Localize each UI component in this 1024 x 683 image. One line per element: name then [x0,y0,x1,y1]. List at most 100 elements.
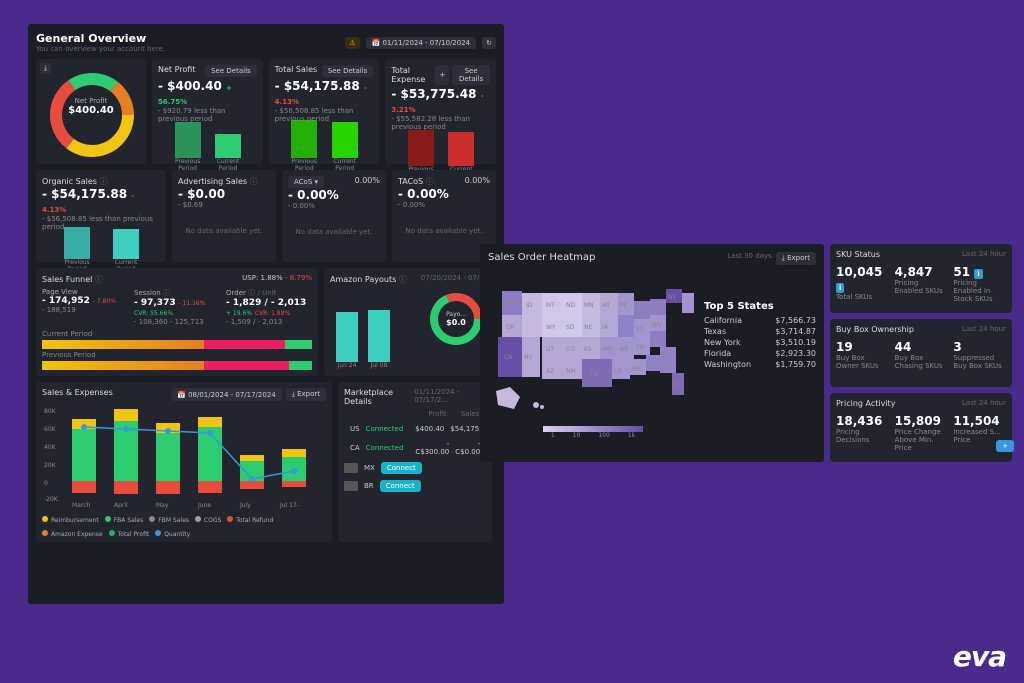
badge-icon: i [836,283,844,293]
svg-text:60K: 60K [44,426,57,433]
marketplace-row: USConnected$400.40$54,175.881,895... [344,424,486,434]
brand-logo: eva [953,640,1006,673]
svg-text:May: May [156,502,169,509]
connect-button[interactable]: Connect [380,480,421,492]
dashboard-panel: General Overview You can overview your a… [28,24,504,604]
info-icon[interactable]: ⓘ [95,275,103,284]
see-details-button[interactable]: See Details [452,65,490,85]
sales-expenses-card: Sales & Expenses 📅 08/01/2024 - 07/17/20… [36,382,332,542]
warning-icon[interactable]: ⚠ [345,37,359,49]
svg-text:April: April [114,502,128,509]
info-icon[interactable]: ⓘ [399,275,407,284]
svg-text:NY: NY [668,294,676,301]
svg-text:KS: KS [584,346,592,353]
page-title: General Overview [36,32,165,45]
gauge-value: $400.40 [36,105,146,116]
marketplace-row: MXConnect [344,462,486,474]
export-button[interactable]: ⤓ Export [776,252,816,265]
date-range-picker[interactable]: 📅 01/11/2024 - 07/10/2024 [366,37,477,49]
svg-text:VA: VA [652,338,661,345]
svg-text:-20K: -20K [44,496,59,503]
info-icon[interactable]: ⓘ [100,177,108,186]
svg-text:KY: KY [636,326,644,333]
plus-button[interactable]: + [435,65,449,85]
marketplace-row: BRConnect [344,480,486,492]
svg-text:ID: ID [526,302,533,309]
svg-text:OR: OR [506,324,515,331]
badge-icon: i [974,269,982,279]
svg-text:WA: WA [506,300,517,307]
svg-text:IA: IA [602,324,609,331]
info-icon[interactable]: ⓘ [163,289,170,297]
svg-text:NE: NE [584,324,592,331]
svg-text:MI: MI [620,302,627,309]
info-icon[interactable]: ⓘ [426,177,434,186]
svg-text:March: March [72,502,90,509]
top-state-row: California$7,566.73 [704,316,816,325]
calendar-icon: 📅 [372,39,381,47]
svg-text:40K: 40K [44,444,57,451]
refresh-button[interactable]: ↻ [482,37,496,49]
page-subtitle: You can overview your account here. [36,45,165,53]
stats-column: SKU StatusLast 24 hour 10,045 iTotal SKU… [830,244,1012,462]
top-state-row: Texas$3,714.87 [704,327,816,336]
gauge-label: Net Profit [36,97,146,105]
svg-text:NC: NC [662,352,671,359]
status-badge: Connected [366,425,404,433]
sales-funnel-card: Sales Funnel ⓘ USP: 1.88% - 8.79% Page V… [36,268,318,376]
flag-icon [344,463,358,473]
amazon-payouts-card: Amazon Payouts ⓘ 07/20/2024 - 07/... Jun… [324,268,492,376]
usa-map[interactable]: WA OR CA NV ID MT WY UT AZ ND SD CO NM M… [488,271,698,421]
sku-status-card: SKU StatusLast 24 hour 10,045 iTotal SKU… [830,244,1012,313]
see-details-button[interactable]: See Details [205,65,257,77]
svg-text:MT: MT [546,302,555,309]
net-profit-card: Net Profit See Details - $400.40 + 56.75… [152,59,263,164]
pricing-activity-card: Pricing ActivityLast 24 hour 18,436Prici… [830,393,1012,462]
calendar-icon: 📅 [177,391,186,399]
sales-expenses-chart: 80K60K40K20K0-20K Amount MarchAprilMayJu… [42,401,326,511]
add-button[interactable]: + [996,440,1014,452]
svg-text:MN: MN [584,302,594,309]
info-icon[interactable]: ⓘ [248,289,255,297]
svg-text:TN: TN [635,344,644,351]
download-icon[interactable]: ⤓ [40,63,51,74]
svg-text:SD: SD [566,324,575,331]
total-expense-card: Total Expense + See Details - $53,775.48… [385,59,496,164]
svg-text:FL: FL [673,382,680,389]
svg-text:GA: GA [662,365,672,372]
svg-text:MS: MS [632,366,641,373]
svg-text:Jul 17-: Jul 17- [279,502,299,509]
svg-text:CO: CO [566,346,575,353]
svg-text:WV: WV [652,322,663,329]
svg-text:WI: WI [602,302,610,309]
status-badge: Connected [366,444,404,452]
panel-header: General Overview You can overview your a… [36,32,496,53]
svg-text:July: July [239,502,251,509]
connect-button[interactable]: Connect [381,462,422,474]
marketplace-row: CAConnected-C$300.00-C$0.00- [344,440,486,456]
svg-text:0: 0 [44,480,48,487]
chevron-down-icon: ▾ [315,178,319,186]
svg-text:LA: LA [614,368,622,375]
svg-text:NM: NM [566,368,576,375]
svg-text:20K: 20K [44,462,57,469]
see-details-button[interactable]: See Details [322,65,374,77]
svg-text:TX: TX [589,372,598,379]
svg-text:NV: NV [524,354,533,361]
acos-dropdown[interactable]: ACoS ▾ [288,176,324,188]
svg-text:WY: WY [546,324,556,331]
svg-text:UT: UT [546,346,554,353]
svg-text:CA: CA [504,354,513,361]
buybox-card: Buy Box OwnershipLast 24 hour 19Buy Box … [830,319,1012,388]
total-sales-card: Total Sales See Details - $54,175.88 - 4… [269,59,380,164]
date-range-picker[interactable]: 📅 08/01/2024 - 07/17/2024 [171,388,282,401]
svg-text:OH: OH [636,308,645,315]
info-icon[interactable]: ⓘ [250,177,258,186]
net-profit-gauge-card: ⤓ Net Profit $400.40 [36,59,146,164]
svg-text:AZ: AZ [546,368,554,375]
top-state-row: Washington$1,759.70 [704,360,816,369]
acos-card: ACoS ▾ 0.00% - 0.00% - 0.00% No data ava… [282,170,386,262]
svg-text:June: June [197,502,211,509]
svg-text:AR: AR [620,346,628,353]
export-button[interactable]: ⤓ Export [286,388,326,401]
